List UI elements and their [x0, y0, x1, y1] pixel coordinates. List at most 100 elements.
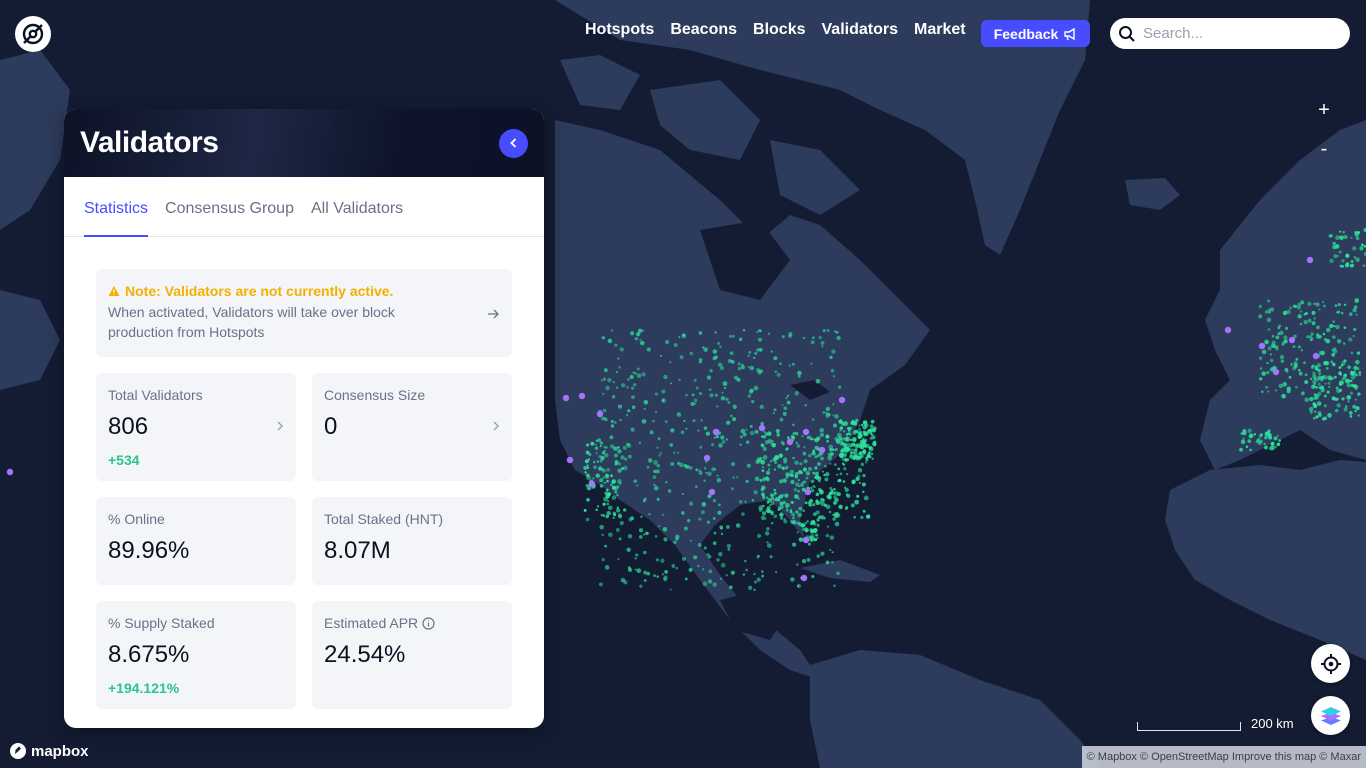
hotspot-marker [1295, 358, 1298, 362]
hotspot-marker [622, 445, 627, 450]
hotspot-marker [698, 517, 702, 521]
hotspot-marker [761, 469, 765, 473]
hotspot-marker [706, 520, 710, 524]
hotspot-marker [656, 463, 661, 468]
tab-consensus-group[interactable]: Consensus Group [165, 177, 294, 237]
hotspot-marker [1317, 411, 1322, 416]
hotspot-marker [741, 363, 744, 367]
validator-marker [1312, 352, 1320, 360]
hotspot-marker [609, 444, 615, 449]
hotspot-marker [825, 560, 830, 565]
hotspot-marker [1349, 391, 1354, 395]
stat-total-validators[interactable]: Total Validators 806 +534 [96, 373, 296, 481]
hotspot-marker [1297, 314, 1302, 319]
stat-label: Estimated APR [324, 615, 419, 631]
hotspot-marker [850, 420, 855, 426]
hotspot-marker [805, 471, 811, 476]
search-icon [1119, 25, 1135, 42]
hotspot-marker [770, 460, 773, 463]
nav-hotspots[interactable]: Hotspots [585, 21, 654, 39]
collapse-panel-button[interactable] [499, 128, 528, 158]
zoom-in-button[interactable]: + [1306, 92, 1342, 128]
hotspot-marker [821, 345, 824, 348]
stat-consensus-size[interactable]: Consensus Size 0 [312, 373, 512, 481]
hotspot-marker [596, 460, 600, 463]
hotspot-marker [708, 388, 712, 392]
hotspot-marker [814, 466, 818, 470]
hotspot-marker [833, 495, 837, 499]
hotspot-marker [703, 546, 707, 550]
hotspot-marker [1350, 370, 1353, 374]
hotspot-marker [1240, 432, 1243, 435]
feedback-button[interactable]: Feedback [981, 20, 1090, 47]
hotspot-marker [593, 465, 597, 470]
hotspot-marker [837, 467, 841, 471]
hotspot-marker [653, 460, 658, 465]
hotspot-marker [663, 537, 668, 542]
hotspot-marker [1348, 337, 1353, 342]
hotspot-marker [617, 446, 620, 449]
hotspot-marker [1269, 353, 1272, 356]
hotspot-marker [658, 525, 661, 528]
hotspot-marker [1323, 404, 1327, 408]
stat-supply-staked: % Supply Staked 8.675% +194.121% [96, 601, 296, 709]
nav-market[interactable]: Market [914, 21, 966, 39]
hotspot-marker [694, 485, 698, 489]
nav-beacons[interactable]: Beacons [670, 21, 737, 39]
hotspot-marker [765, 470, 771, 475]
hotspot-marker [599, 478, 604, 483]
hotspot-marker [1307, 318, 1312, 323]
hotspot-marker [756, 555, 760, 559]
hotspot-marker [863, 431, 868, 437]
hotspot-marker [743, 559, 747, 563]
hotspot-marker [832, 403, 835, 406]
hotspot-marker [822, 329, 826, 333]
hotspot-marker [623, 508, 627, 512]
mapbox-logo[interactable]: mapbox [9, 742, 89, 760]
hotspot-marker [851, 479, 856, 484]
hotspot-marker [1323, 360, 1328, 366]
hotspot-marker [1339, 235, 1344, 240]
hotspot-marker [727, 401, 731, 405]
tab-statistics[interactable]: Statistics [84, 177, 149, 237]
hotspot-marker [745, 568, 748, 572]
tab-all-validators[interactable]: All Validators [311, 177, 403, 237]
hotspot-marker [619, 347, 624, 352]
hotspot-marker [767, 332, 771, 335]
hotspot-marker [706, 552, 710, 557]
hotspot-marker [1263, 435, 1268, 440]
hotspot-marker [796, 584, 799, 588]
hotspot-marker [732, 404, 737, 409]
hotspot-marker [825, 434, 830, 439]
locate-button[interactable] [1311, 644, 1350, 683]
hotspot-marker [1338, 371, 1342, 376]
hotspot-marker [860, 515, 864, 520]
hotspot-marker [661, 398, 667, 403]
nav-validators[interactable]: Validators [822, 21, 898, 39]
hotspot-marker [1346, 383, 1351, 388]
hotspot-marker [835, 447, 838, 451]
search-input[interactable] [1143, 25, 1333, 42]
hotspot-marker [760, 515, 766, 521]
hotspot-marker [601, 336, 605, 340]
hotspot-marker [770, 521, 774, 525]
layers-button[interactable] [1311, 696, 1350, 735]
hotspot-marker [795, 441, 799, 445]
map-attribution[interactable]: © Mapbox © OpenStreetMap Improve this ma… [1081, 746, 1366, 768]
inactive-note[interactable]: Note: Validators are not currently activ… [96, 269, 512, 357]
hotspot-marker [810, 522, 813, 525]
helium-logo[interactable] [15, 16, 51, 52]
hotspot-marker [602, 514, 606, 517]
info-icon[interactable] [422, 616, 435, 630]
search-box[interactable] [1110, 18, 1350, 49]
hotspot-marker [1306, 335, 1310, 339]
zoom-out-button[interactable]: - [1306, 131, 1342, 167]
hotspot-marker [664, 420, 668, 424]
hotspot-marker [1332, 241, 1336, 246]
hotspot-marker [634, 337, 639, 341]
hotspot-marker [707, 471, 712, 477]
hotspot-marker [839, 472, 843, 476]
hotspot-marker [1316, 363, 1321, 368]
nav-blocks[interactable]: Blocks [753, 21, 805, 39]
stats-grid: Total Validators 806 +534 Consensus Size… [96, 373, 512, 725]
